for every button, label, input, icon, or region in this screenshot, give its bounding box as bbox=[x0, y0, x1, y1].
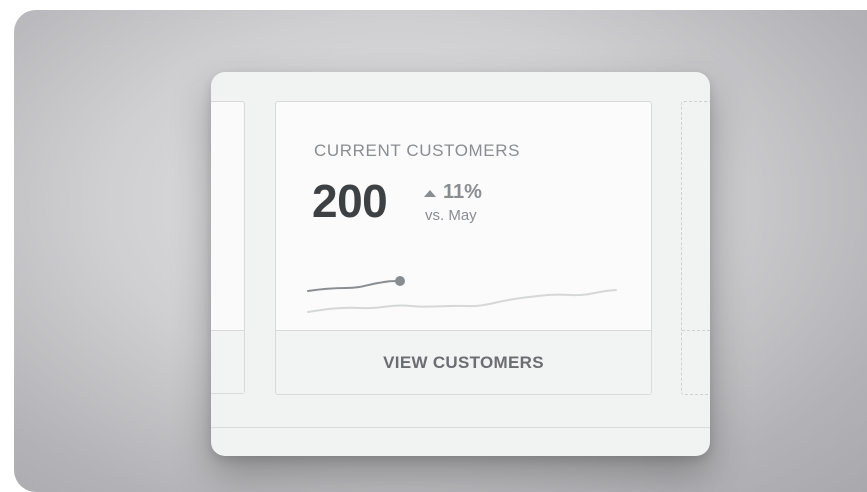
metric-value: 200 bbox=[312, 175, 388, 227]
placeholder-divider bbox=[682, 330, 710, 331]
desktop-background: CURRENT CUSTOMERS 200 11% vs. May VIEW C… bbox=[14, 10, 867, 492]
delta-value: 11% bbox=[443, 181, 482, 203]
add-card-placeholder[interactable] bbox=[681, 101, 710, 395]
delta-comparison: vs. May bbox=[425, 207, 477, 224]
sparkline bbox=[307, 276, 617, 313]
window-divider bbox=[211, 427, 710, 428]
current-trend-line bbox=[307, 280, 401, 292]
adjacent-metric-card-left bbox=[211, 101, 245, 394]
metric-label: CURRENT CUSTOMERS bbox=[314, 141, 521, 160]
current-point-marker bbox=[395, 276, 405, 286]
dashboard-window: CURRENT CUSTOMERS 200 11% vs. May VIEW C… bbox=[211, 72, 710, 456]
card-footer bbox=[211, 331, 244, 393]
comparison-trend-line bbox=[307, 289, 617, 313]
view-customers-label: VIEW CUSTOMERS bbox=[383, 352, 544, 372]
view-customers-button[interactable]: VIEW CUSTOMERS bbox=[276, 331, 651, 394]
triangle-up-icon bbox=[424, 190, 436, 197]
metric-delta: 11% bbox=[424, 181, 482, 204]
current-customers-card: CURRENT CUSTOMERS 200 11% vs. May VIEW C… bbox=[275, 101, 652, 395]
